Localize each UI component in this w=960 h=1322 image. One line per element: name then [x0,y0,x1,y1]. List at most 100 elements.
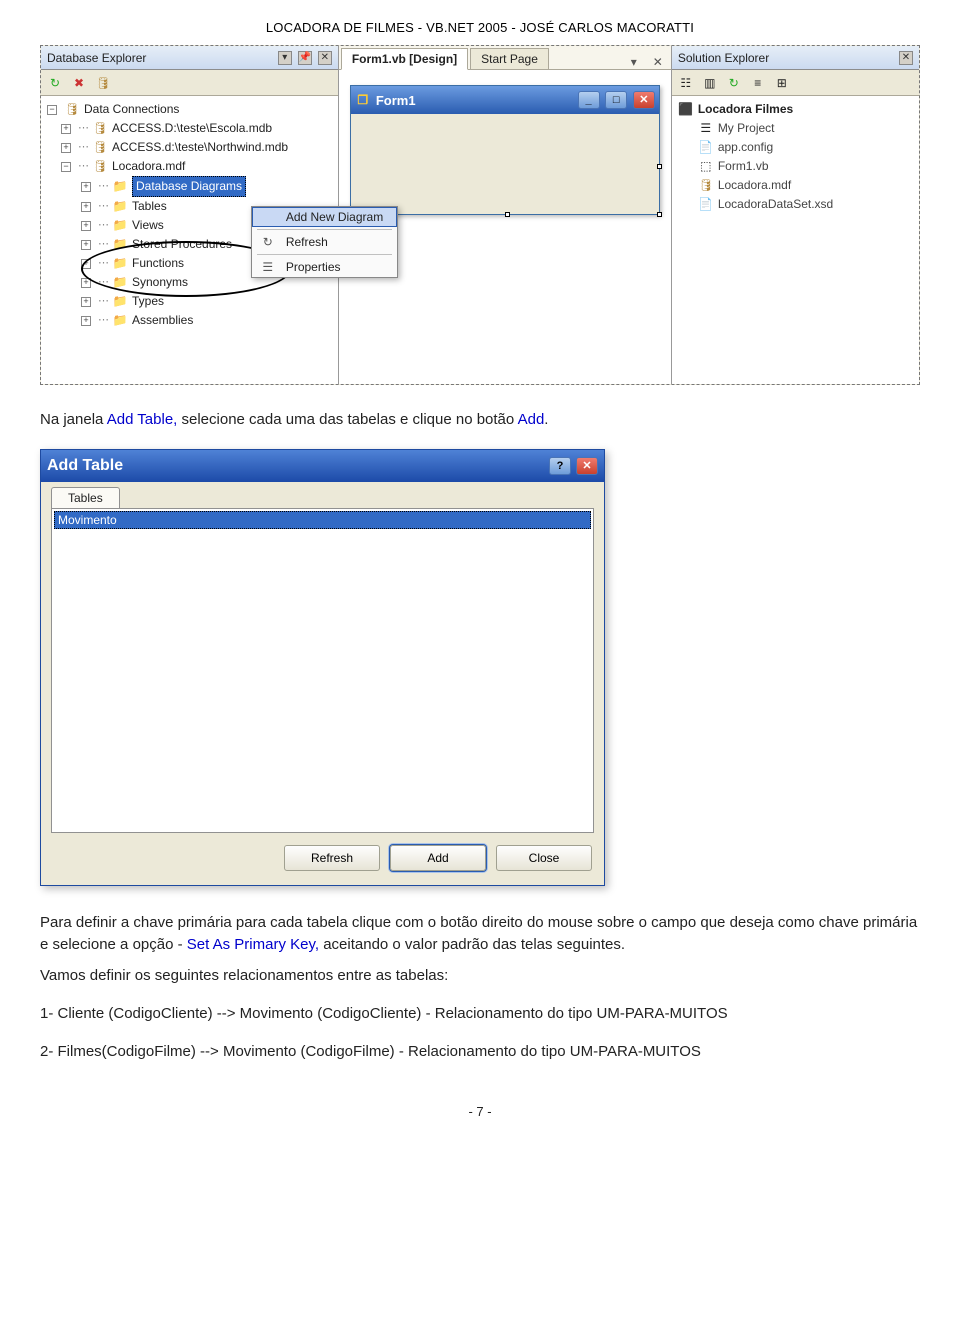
tree-views[interactable]: Views [132,216,164,235]
form-icon: ❐ [355,92,371,108]
menu-properties-label: Properties [286,260,341,274]
text-fragment: aceitando o valor padrão das telas segui… [319,936,625,953]
paragraph-1: Na janela Add Table, selecione cada uma … [40,409,920,431]
dialog-table-list[interactable]: Movimento [51,508,594,833]
dotted-icon: ⋯ [98,216,108,235]
ide-screenshot: Database Explorer ▾ 📌 ✕ ↻ ✖ 🛢 − 🛢 Data Con… [40,45,920,385]
close-button[interactable]: Close [496,845,592,871]
expand-icon[interactable]: + [81,202,91,212]
stop-icon[interactable]: ✖ [71,75,87,91]
view-designer-icon[interactable]: ⊞ [774,75,790,91]
close-icon[interactable]: ✕ [318,51,332,65]
paragraph-2: Para definir a chave primária para cada … [40,912,920,956]
database-explorer-toolbar: ↻ ✖ 🛢 [41,70,338,96]
db-conn-icon: 🛢 [92,140,108,156]
menu-refresh-label: Refresh [286,235,328,249]
paragraph-3: Vamos definir os seguintes relacionament… [40,965,920,987]
show-all-icon[interactable]: ▥ [702,75,718,91]
help-icon[interactable]: ? [549,457,571,475]
text-fragment: Na janela [40,411,107,428]
database-explorer-title-text: Database Explorer [47,51,146,65]
text-fragment: selecione cada uma das tabelas e clique … [177,411,517,428]
tab-start-page[interactable]: Start Page [470,48,549,70]
folder-icon: 📁 [112,179,128,195]
tab-close-icon[interactable]: ✕ [645,55,671,69]
expand-icon[interactable]: + [81,297,91,307]
solution-item-appconfig[interactable]: app.config [718,138,773,157]
folder-icon: 📁 [112,275,128,291]
tree-sprocs[interactable]: Stored Procedures [132,235,232,254]
refresh-icon[interactable]: ↻ [726,75,742,91]
connect-db-icon[interactable]: 🛢 [95,75,111,91]
relationship-item-2: 2- Filmes(CodigoFilme) --> Movimento (Co… [40,1040,920,1064]
solution-item-form1vb[interactable]: Form1.vb [718,157,769,176]
tree-conn-2[interactable]: ACCESS.d:\teste\Northwind.mdb [112,138,288,157]
context-menu: Add New Diagram ↻ Refresh ☰Properties [251,206,398,278]
child-form-window[interactable]: ❐Form1 _ □ ✕ [350,85,660,215]
properties-icon[interactable]: ☷ [678,75,694,91]
tree-tables[interactable]: Tables [132,197,167,216]
dotted-icon: ⋯ [98,311,108,330]
database-explorer-title: Database Explorer ▾ 📌 ✕ [41,46,338,70]
tab-form1-design[interactable]: Form1.vb [Design] [341,48,468,70]
menu-add-new-diagram[interactable]: Add New Diagram [252,207,397,227]
tree-conn-1[interactable]: ACCESS.D:\teste\Escola.mdb [112,119,272,138]
solution-root[interactable]: Locadora Filmes [698,100,793,119]
expand-icon[interactable]: + [81,240,91,250]
text-add: Add [518,411,545,428]
collapse-icon[interactable]: − [61,162,71,172]
close-icon[interactable]: ✕ [633,91,655,109]
dropdown-icon[interactable]: ▾ [278,51,292,65]
db-conn-icon: 🛢 [92,121,108,137]
list-item-movimento[interactable]: Movimento [54,511,591,529]
child-form-body [351,114,659,214]
refresh-icon[interactable]: ↻ [47,75,63,91]
expand-icon[interactable]: + [81,259,91,269]
tab-dropdown-icon[interactable]: ▾ [623,55,645,69]
tree-assemblies[interactable]: Assemblies [132,311,193,330]
expand-icon[interactable]: + [61,124,71,134]
tree-db-diagrams[interactable]: Database Diagrams [132,176,246,197]
dotted-icon: ⋯ [98,254,108,273]
pin-icon[interactable]: 📌 [298,51,312,65]
refresh-icon: ↻ [258,235,278,249]
tree-types[interactable]: Types [132,292,164,311]
db-icon: 🛢 [698,178,714,194]
dialog-title-bar: Add Table ? ✕ [41,450,604,482]
text-add-table: Add Table, [107,411,178,428]
refresh-button[interactable]: Refresh [284,845,380,871]
solution-explorer-toolbar: ☷ ▥ ↻ ≡ ⊞ [672,70,919,96]
solution-explorer-pane: Solution Explorer ✕ ☷ ▥ ↻ ≡ ⊞ ⬛Locadora … [671,46,919,384]
dotted-icon: ⋯ [98,292,108,311]
expand-icon[interactable]: + [81,221,91,231]
menu-properties[interactable]: ☰Properties [252,257,397,277]
tree-conn-3[interactable]: Locadora.mdf [112,157,185,176]
folder-icon: 📁 [112,218,128,234]
view-code-icon[interactable]: ≡ [750,75,766,91]
tree-root: Data Connections [84,100,179,119]
minimize-icon[interactable]: _ [578,91,600,109]
maximize-icon[interactable]: □ [605,91,627,109]
child-form-title-bar: ❐Form1 _ □ ✕ [351,86,659,114]
close-icon[interactable]: ✕ [576,457,598,475]
expand-icon[interactable]: + [81,316,91,326]
text-set-primary-key: Set As Primary Key, [187,936,319,953]
dialog-button-row: Refresh Add Close [41,833,604,885]
add-button[interactable]: Add [390,845,486,871]
expand-icon[interactable]: + [61,143,71,153]
collapse-icon[interactable]: − [47,105,57,115]
expand-icon[interactable]: + [81,182,91,192]
solution-explorer-title: Solution Explorer ✕ [672,46,919,70]
solution-explorer-tree: ⬛Locadora Filmes ☰My Project 📄app.config… [672,96,919,384]
menu-refresh[interactable]: ↻ Refresh [252,232,397,252]
dialog-tab-tables[interactable]: Tables [51,487,120,508]
dotted-icon: ⋯ [98,177,108,196]
close-icon[interactable]: ✕ [899,51,913,65]
solution-item-mdf[interactable]: Locadora.mdf [718,176,791,195]
tree-functions[interactable]: Functions [132,254,184,273]
expand-icon[interactable]: + [81,278,91,288]
tree-synonyms[interactable]: Synonyms [132,273,188,292]
solution-item-myproject[interactable]: My Project [718,119,775,138]
folder-icon: 📁 [112,313,128,329]
solution-item-xsd[interactable]: LocadoraDataSet.xsd [718,195,833,214]
